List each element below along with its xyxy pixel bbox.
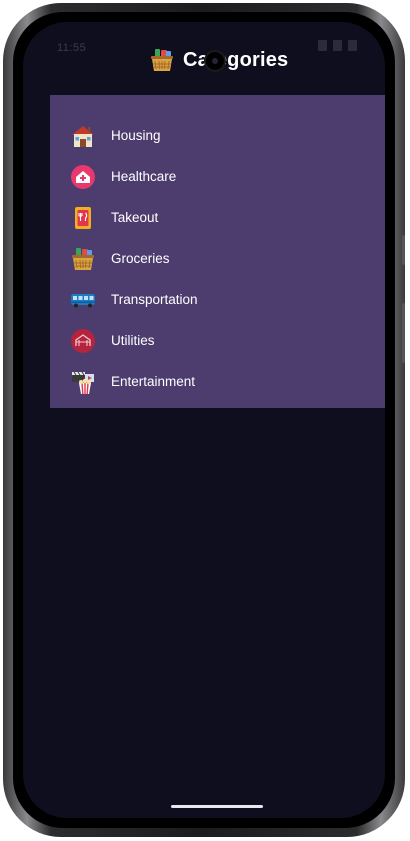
phone-bezel: 11:55 Categories Housing Healthcare Take… — [13, 12, 395, 828]
wifi-icon — [318, 40, 327, 51]
category-item-utilities[interactable]: Utilities — [50, 320, 385, 361]
category-list: Housing Healthcare Takeout Groceries Tra… — [50, 115, 385, 402]
category-label: Housing — [111, 128, 161, 143]
category-label: Takeout — [111, 210, 159, 225]
status-time: 11:55 — [57, 42, 87, 54]
house-icon — [72, 125, 94, 147]
bus-icon — [71, 293, 95, 307]
takeout-menu-icon — [75, 206, 91, 229]
page-title: Categories — [183, 48, 289, 71]
phone-frame: 11:55 Categories Housing Healthcare Take… — [3, 3, 405, 837]
category-label: Healthcare — [111, 169, 177, 184]
category-label: Groceries — [111, 251, 170, 266]
grocery-basket-icon — [72, 247, 94, 270]
grocery-basket-icon — [151, 49, 173, 71]
hospital-icon — [71, 164, 95, 189]
categories-panel: Housing Healthcare Takeout Groceries Tra… — [50, 95, 385, 408]
category-item-entertainment[interactable]: Entertainment — [50, 361, 385, 402]
category-item-transportation[interactable]: Transportation — [50, 279, 385, 320]
volume-up-button — [402, 235, 405, 265]
category-item-groceries[interactable]: Groceries — [50, 238, 385, 279]
utilities-icon — [71, 328, 95, 353]
signal-icon — [333, 40, 342, 51]
battery-icon — [348, 40, 357, 51]
home-indicator[interactable] — [171, 805, 263, 808]
front-camera — [204, 50, 226, 72]
category-label: Utilities — [111, 333, 155, 348]
category-item-takeout[interactable]: Takeout — [50, 197, 385, 238]
screen: 11:55 Categories Housing Healthcare Take… — [23, 22, 385, 818]
category-item-healthcare[interactable]: Healthcare — [50, 156, 385, 197]
category-label: Entertainment — [111, 374, 196, 389]
movie-popcorn-icon — [72, 371, 94, 394]
volume-down-button — [402, 303, 405, 363]
category-item-housing[interactable]: Housing — [50, 115, 385, 156]
category-label: Transportation — [111, 292, 198, 307]
status-icons — [318, 40, 357, 51]
